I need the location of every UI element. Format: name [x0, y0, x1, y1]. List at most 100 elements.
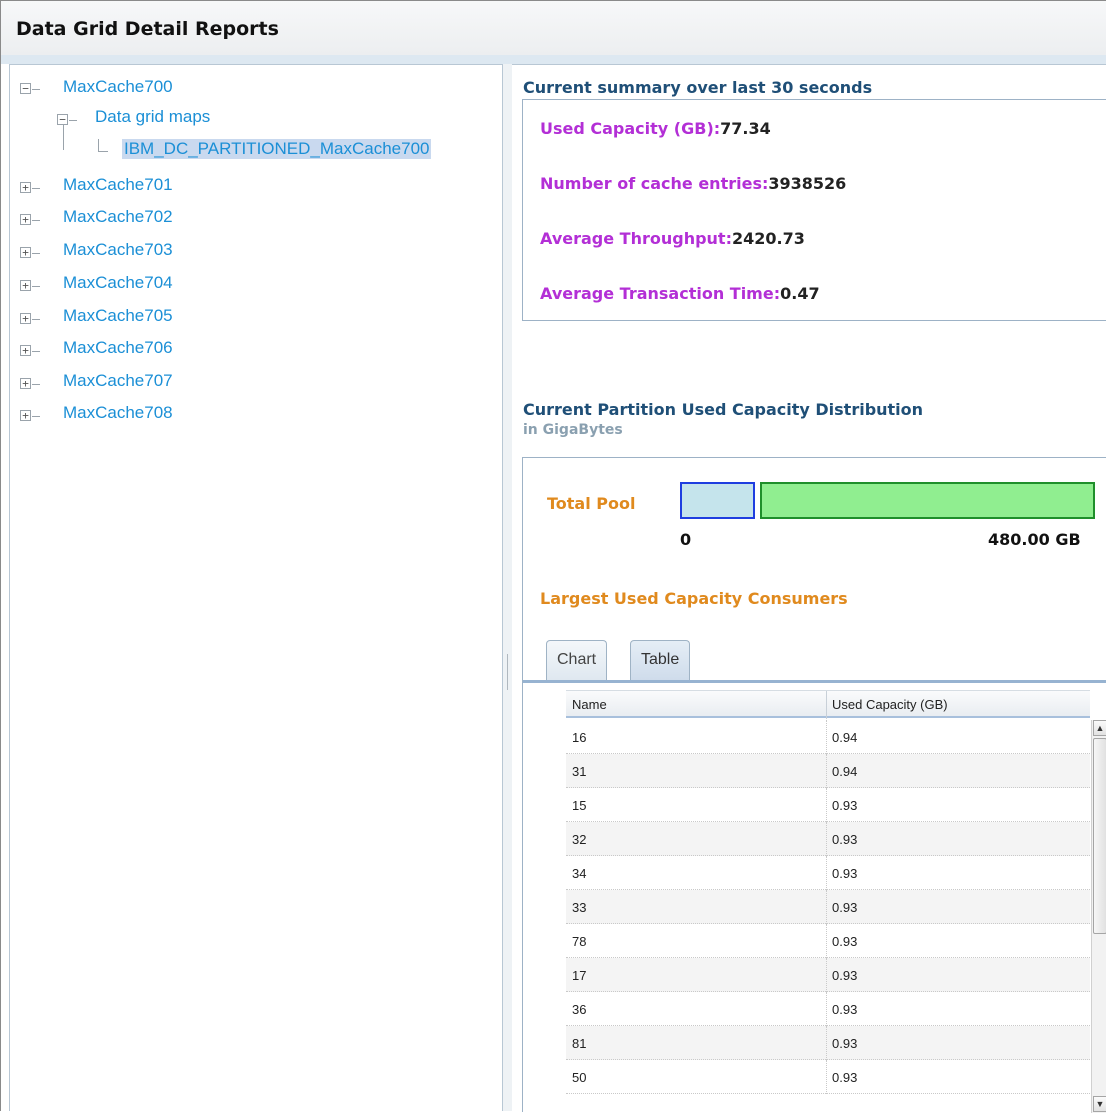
cell-used-capacity: 0.93	[832, 934, 858, 949]
tree-node-maxcache706[interactable]: + MaxCache706	[10, 338, 490, 362]
tree-node-label[interactable]: MaxCache708	[63, 403, 173, 423]
cell-used-capacity: 0.93	[832, 1036, 858, 1051]
consumers-title: Largest Used Capacity Consumers	[540, 589, 848, 608]
scroll-up-icon[interactable]: ▲	[1093, 720, 1106, 736]
column-header-name[interactable]: Name	[572, 697, 607, 712]
table-row[interactable]: 33 0.93	[566, 890, 1090, 924]
table-row[interactable]: 17 0.93	[566, 958, 1090, 992]
table-scrollbar[interactable]: ▲ ▼	[1091, 720, 1106, 1113]
distribution-title: Current Partition Used Capacity Distribu…	[523, 400, 924, 419]
tab-chart[interactable]: Chart	[546, 640, 608, 680]
navigation-tree: − MaxCache700 − Data grid maps IBM_DC_PA…	[9, 64, 503, 1111]
table-row[interactable]: 32 0.93	[566, 822, 1090, 856]
tree-node-maxcache702[interactable]: + MaxCache702	[10, 207, 490, 231]
table-row[interactable]: 78 0.93	[566, 924, 1090, 958]
metric-used-capacity: Used Capacity (GB):77.34	[540, 119, 771, 138]
tree-node-maxcache705[interactable]: + MaxCache705	[10, 306, 490, 330]
expand-icon[interactable]: +	[20, 378, 31, 389]
cell-name: 36	[572, 1002, 587, 1017]
metric-value: 0.47	[780, 284, 820, 303]
tree-node-label[interactable]: MaxCache704	[63, 273, 173, 293]
metric-label: Number of cache entries:	[540, 174, 769, 193]
metric-label: Average Throughput:	[540, 229, 732, 248]
expand-icon[interactable]: +	[20, 182, 31, 193]
metric-label: Average Transaction Time:	[540, 284, 781, 303]
cell-name: 15	[572, 798, 587, 813]
tree-node-maxcache703[interactable]: + MaxCache703	[10, 240, 490, 264]
scroll-thumb[interactable]	[1093, 738, 1106, 934]
page-header: Data Grid Detail Reports	[1, 1, 1106, 55]
cell-used-capacity: 0.94	[832, 764, 858, 779]
scroll-down-icon[interactable]: ▼	[1093, 1096, 1106, 1112]
cell-name: 32	[572, 832, 587, 847]
collapse-icon[interactable]: −	[57, 114, 68, 125]
tab-bar-underline	[523, 680, 1106, 683]
cell-name: 34	[572, 866, 587, 881]
consumers-table: Name Used Capacity (GB) 16 0.94 31 0.94 …	[566, 690, 1106, 1113]
expand-icon[interactable]: +	[20, 280, 31, 291]
metric-transaction-time: Average Transaction Time:0.47	[540, 284, 820, 303]
cell-name: 17	[572, 968, 587, 983]
tree-node-label[interactable]: MaxCache706	[63, 338, 173, 358]
header-divider	[1, 55, 1106, 64]
cell-used-capacity: 0.93	[832, 1002, 858, 1017]
table-row[interactable]: 50 0.93	[566, 1060, 1090, 1094]
tree-node-data-grid-maps[interactable]: − Data grid maps	[10, 107, 490, 131]
table-row[interactable]: 15 0.93	[566, 788, 1090, 822]
tree-node-label[interactable]: MaxCache700	[63, 77, 173, 97]
expand-icon[interactable]: +	[20, 410, 31, 421]
expand-icon[interactable]: +	[20, 345, 31, 356]
cell-used-capacity: 0.93	[832, 866, 858, 881]
page-title: Data Grid Detail Reports	[16, 18, 279, 40]
cell-name: 78	[572, 934, 587, 949]
tab-table[interactable]: Table	[630, 640, 691, 680]
collapse-icon[interactable]: −	[20, 83, 31, 94]
free-capacity-bar	[760, 482, 1095, 519]
tree-node-label[interactable]: Data grid maps	[95, 107, 210, 127]
summary-title: Current summary over last 30 seconds	[523, 78, 873, 97]
tree-node-label[interactable]: MaxCache702	[63, 207, 173, 227]
metric-cache-entries: Number of cache entries:3938526	[540, 174, 846, 193]
cell-used-capacity: 0.93	[832, 968, 858, 983]
tree-node-maxcache704[interactable]: + MaxCache704	[10, 273, 490, 297]
table-row[interactable]: 16 0.94	[566, 720, 1090, 754]
axis-min-label: 0	[680, 530, 692, 549]
splitter-grip-icon[interactable]	[507, 654, 508, 690]
panel-splitter[interactable]	[503, 64, 512, 1111]
metric-label: Used Capacity (GB):	[540, 119, 721, 138]
total-pool-label: Total Pool	[547, 494, 636, 513]
tree-node-ibm-dc-partitioned[interactable]: IBM_DC_PARTITIONED_MaxCache700	[10, 139, 500, 163]
metric-throughput: Average Throughput:2420.73	[540, 229, 805, 248]
column-header-used-capacity[interactable]: Used Capacity (GB)	[832, 697, 948, 712]
summary-box: Used Capacity (GB):77.34 Number of cache…	[522, 99, 1106, 321]
table-header: Name Used Capacity (GB)	[566, 690, 1090, 719]
table-row[interactable]: 36 0.93	[566, 992, 1090, 1026]
tree-node-label[interactable]: MaxCache701	[63, 175, 173, 195]
tree-node-maxcache707[interactable]: + MaxCache707	[10, 371, 490, 395]
expand-icon[interactable]: +	[20, 313, 31, 324]
table-row[interactable]: 31 0.94	[566, 754, 1090, 788]
distribution-box: Total Pool 0 480.00 GB Largest Used Capa…	[522, 457, 1106, 1113]
metric-value: 2420.73	[731, 229, 805, 248]
distribution-subtitle: in GigaBytes	[523, 422, 623, 438]
report-panel: Current summary over last 30 seconds Use…	[512, 64, 1106, 1113]
tree-node-maxcache700[interactable]: − MaxCache700	[10, 77, 490, 101]
cell-name: 31	[572, 764, 587, 779]
expand-icon[interactable]: +	[20, 247, 31, 258]
cell-used-capacity: 0.94	[832, 730, 858, 745]
cell-name: 81	[572, 1036, 587, 1051]
tree-node-label[interactable]: MaxCache707	[63, 371, 173, 391]
cell-used-capacity: 0.93	[832, 832, 858, 847]
table-row[interactable]: 81 0.93	[566, 1026, 1090, 1060]
tree-node-label-selected[interactable]: IBM_DC_PARTITIONED_MaxCache700	[122, 139, 432, 159]
expand-icon[interactable]: +	[20, 214, 31, 225]
tree-node-label[interactable]: MaxCache703	[63, 240, 173, 260]
metric-value: 3938526	[768, 174, 847, 193]
cell-used-capacity: 0.93	[832, 798, 858, 813]
used-capacity-bar	[680, 482, 755, 519]
metric-value: 77.34	[720, 119, 771, 138]
tree-node-maxcache701[interactable]: + MaxCache701	[10, 175, 490, 199]
table-row[interactable]: 34 0.93	[566, 856, 1090, 890]
tree-node-maxcache708[interactable]: + MaxCache708	[10, 403, 490, 427]
tree-node-label[interactable]: MaxCache705	[63, 306, 173, 326]
